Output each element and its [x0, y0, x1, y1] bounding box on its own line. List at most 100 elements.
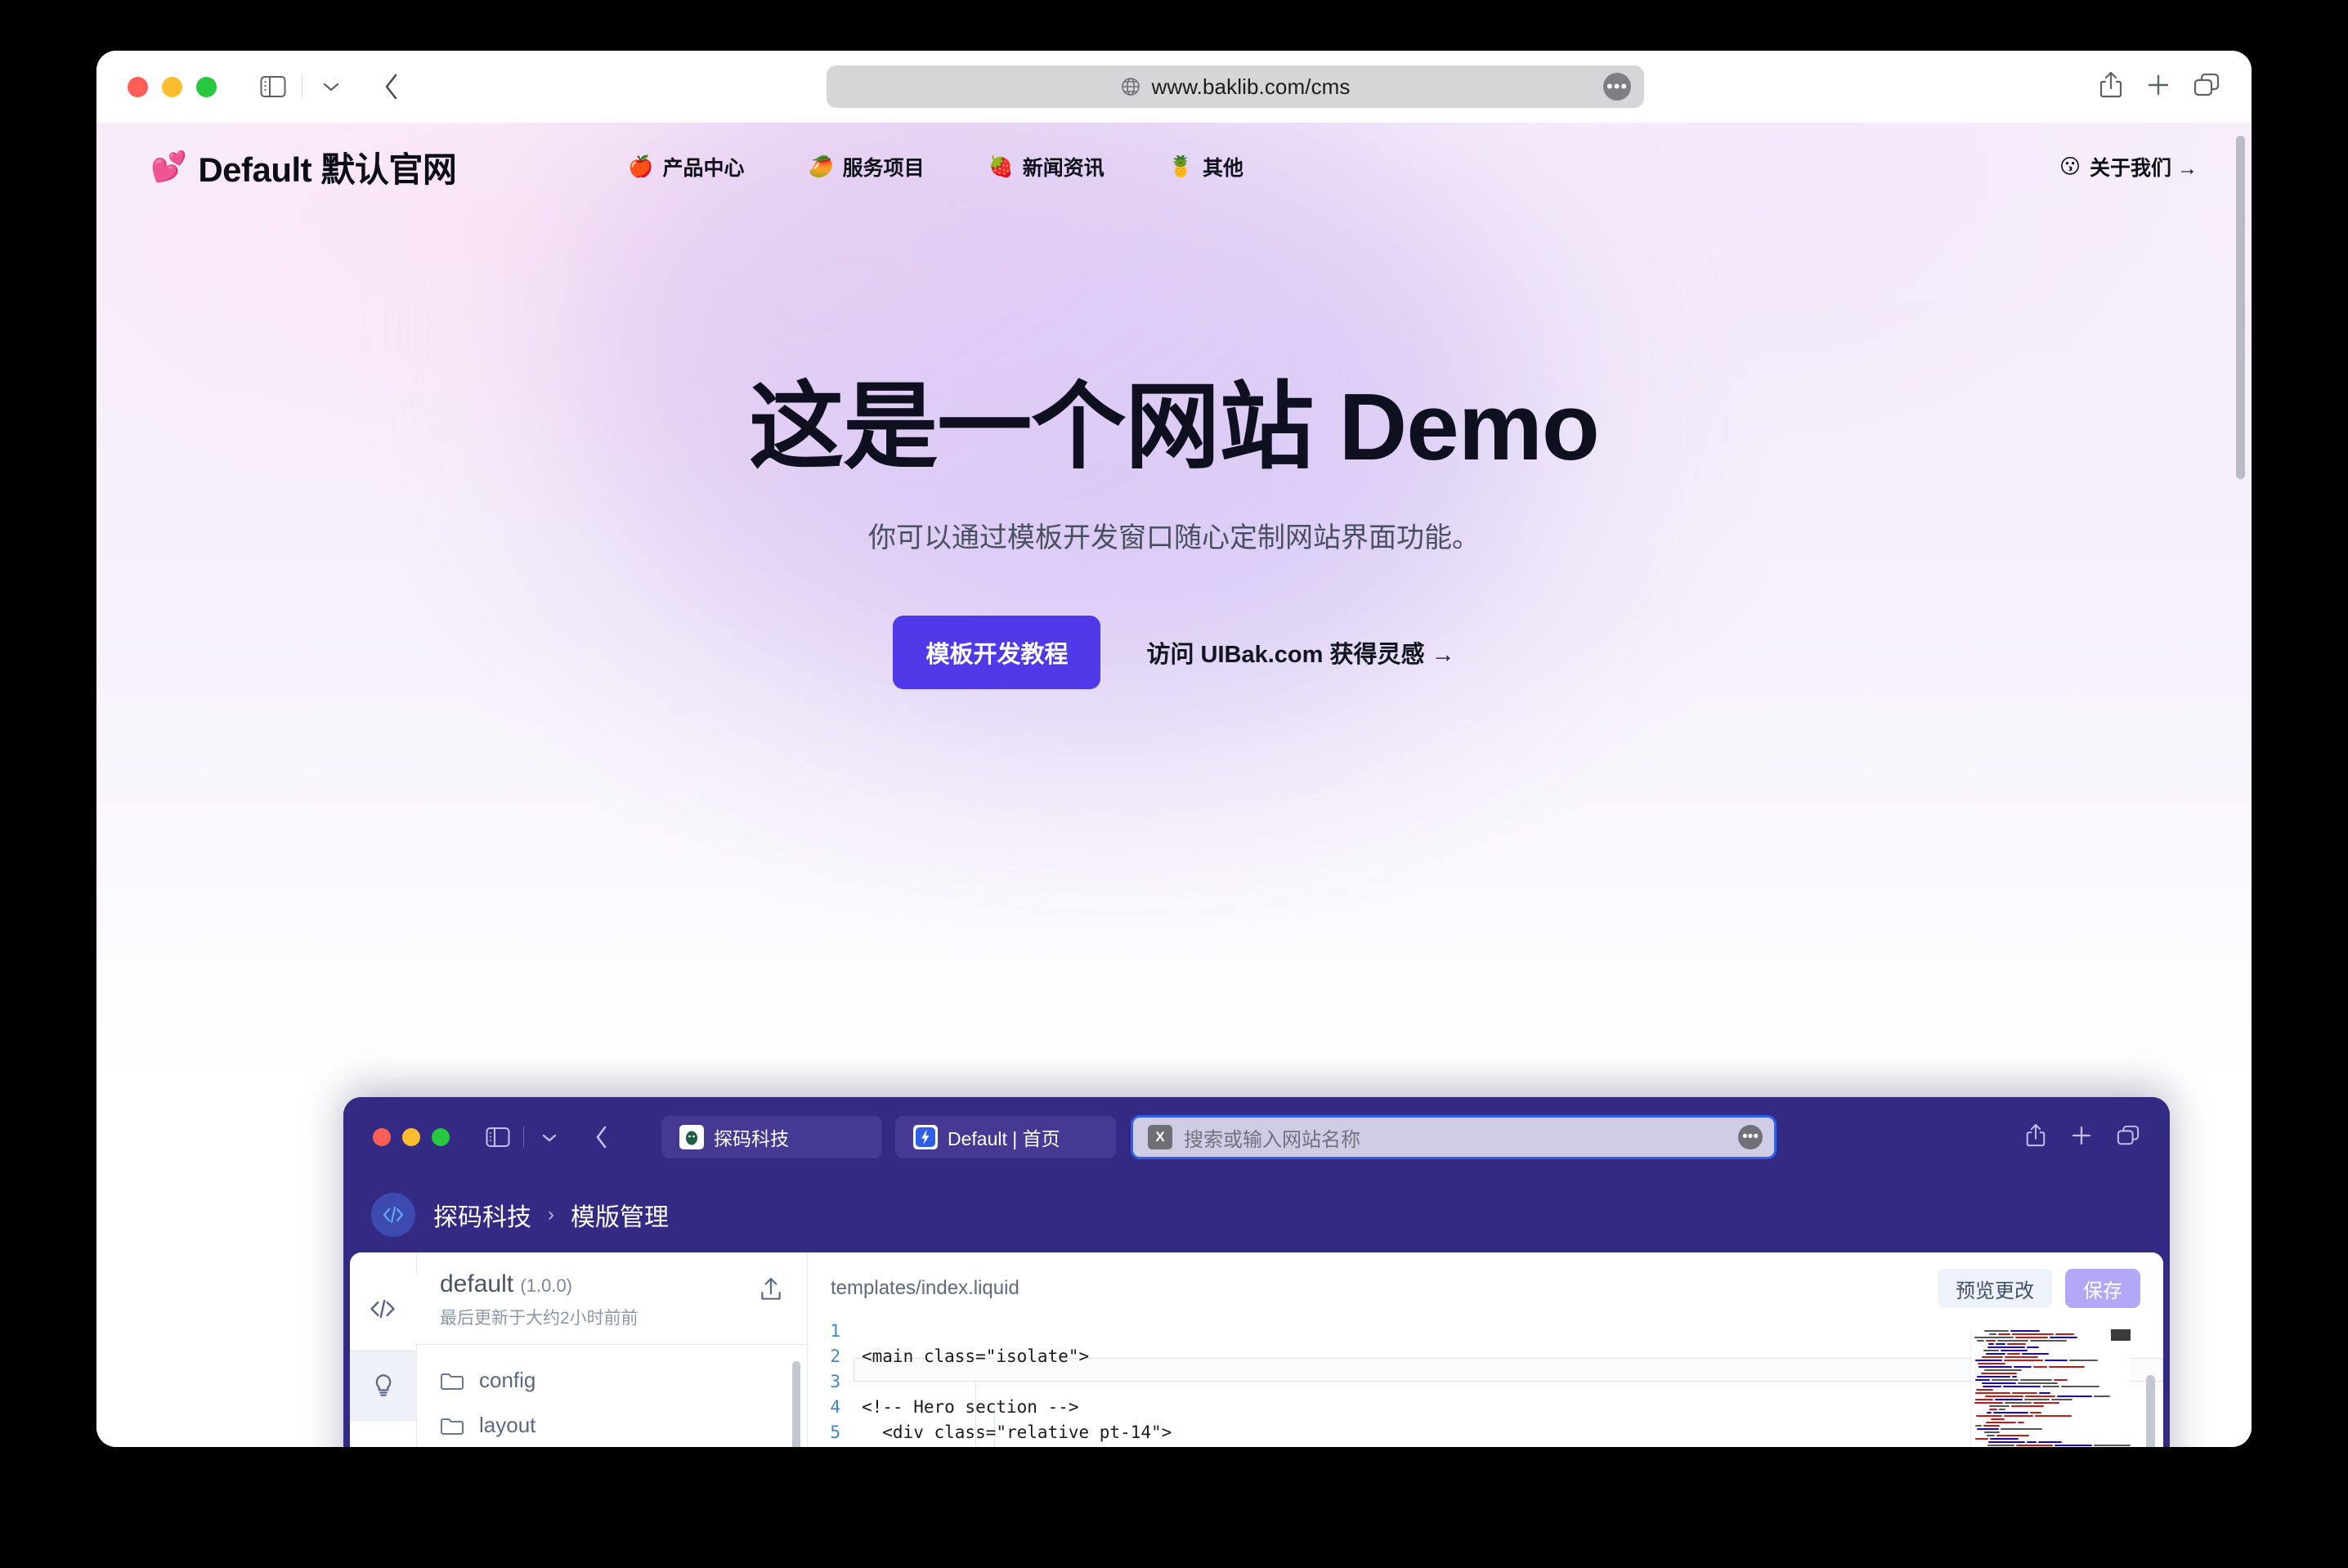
green-avatar-icon	[679, 1125, 704, 1149]
code-line: 5 <div class="relative pt-14">	[816, 1419, 2163, 1445]
nested-browser-toolbar: 探码科技 Default | 首页 X 搜索或输入网站名称 •••	[343, 1097, 2170, 1177]
address-bar[interactable]: www.baklib.com/cms •••	[827, 65, 1644, 108]
folder-icon	[441, 1418, 464, 1435]
site-logo[interactable]: 💕 Default 默认官网	[150, 142, 457, 192]
nav-item-about[interactable]: 😗 关于我们 →	[2059, 152, 2198, 181]
tab-label: 探码科技	[714, 1128, 789, 1149]
zoom-window-button[interactable]	[196, 76, 217, 97]
code-editor: templates/index.liquid 预览更改 保存 1 2 <main …	[808, 1252, 2163, 1447]
mango-emoji-icon: 🥭	[808, 155, 834, 178]
code-line: 6 <div class="absolute inset-x-0 overflo…	[816, 1445, 2163, 1447]
strawberry-emoji-icon: 🍓	[988, 155, 1014, 178]
code-minimap[interactable]	[1970, 1329, 2131, 1447]
nested-zoom-window-button[interactable]	[432, 1128, 450, 1146]
list-item[interactable]: config	[417, 1358, 807, 1403]
browser-window: www.baklib.com/cms ••• 💕 Default 默认官网 🍎 …	[96, 51, 2252, 1447]
nav-label: 其他	[1202, 157, 1243, 180]
breadcrumb-current: 模版管理	[571, 1204, 669, 1231]
line-number: 5	[830, 1422, 840, 1442]
nested-tab-strip: 探码科技 Default | 首页	[661, 1116, 1116, 1158]
breadcrumb-separator: ›	[548, 1203, 554, 1225]
plus-icon[interactable]	[2145, 72, 2171, 102]
window-traffic-lights[interactable]	[128, 76, 217, 97]
code-line: 4 <!-- Hero section -->	[816, 1394, 2163, 1419]
search-placeholder: 搜索或输入网站名称	[1184, 1128, 1360, 1151]
editor-scrollbar[interactable]	[2146, 1375, 2155, 1447]
nested-address-bar[interactable]: X 搜索或输入网站名称 •••	[1131, 1115, 1777, 1159]
hero-cta-row: 模板开发教程 访问 UIBak.com 获得灵感 →	[96, 615, 2252, 689]
file-panel-scrollbar[interactable]	[792, 1361, 800, 1447]
line-text: <main class="isolate">	[862, 1346, 1090, 1366]
nav-item-other[interactable]: 🍍 其他	[1168, 152, 1243, 181]
nested-toolbar-divider	[523, 1127, 524, 1148]
nav-label: 新闻资讯	[1022, 157, 1105, 180]
breadcrumb: 探码科技 › 模版管理	[433, 1197, 669, 1233]
theme-header: default (1.0.0) 最后更新于大约2小时前前	[417, 1252, 807, 1345]
folder-label: layout	[479, 1413, 536, 1437]
hero-subtitle: 你可以通过模板开发窗口随心定制网站界面功能。	[868, 522, 1480, 553]
theme-updated-text: 最后更新于大约2小时前前	[440, 1309, 639, 1328]
folder-list: config layout locales sections	[417, 1345, 807, 1447]
nested-traffic-lights[interactable]	[373, 1128, 450, 1146]
code-line: 1	[816, 1318, 2163, 1343]
preview-changes-button[interactable]: 预览更改	[1938, 1269, 2052, 1308]
whistling-face-emoji-icon: 😗	[2059, 155, 2081, 178]
line-text: <div class="relative pt-14">	[862, 1422, 1172, 1442]
back-icon[interactable]	[373, 69, 410, 105]
upload-icon[interactable]	[758, 1270, 784, 1307]
tab-label: Default | 首页	[948, 1128, 1060, 1149]
site-nav-links: 🍎 产品中心 🥭 服务项目 🍓 新闻资讯 🍍 其他	[628, 152, 1243, 181]
close-window-button[interactable]	[128, 76, 148, 97]
cms-rail	[350, 1252, 417, 1447]
nested-plus-icon[interactable]	[2070, 1124, 2093, 1151]
line-text: <!-- Hero section -->	[862, 1396, 1079, 1417]
editor-file-path: templates/index.liquid	[831, 1277, 1019, 1299]
theme-version: (1.0.0)	[520, 1275, 573, 1296]
nav-label: 关于我们 →	[2090, 157, 2198, 180]
template-tutorial-button[interactable]: 模板开发教程	[893, 615, 1101, 689]
nav-item-products[interactable]: 🍎 产品中心	[628, 152, 744, 181]
site-brand-name: Default 默认官网	[198, 150, 457, 189]
lightning-icon	[913, 1125, 938, 1149]
sidebar-icon[interactable]	[254, 69, 292, 105]
hero-section: 这是一个网站 Demo 你可以通过模板开发窗口随心定制网站界面功能。 模板开发教…	[96, 211, 2252, 689]
nav-item-news[interactable]: 🍓 新闻资讯	[988, 152, 1105, 181]
line-number: 1	[830, 1320, 840, 1341]
rail-item-code[interactable]	[350, 1274, 417, 1344]
cms-app-body: default (1.0.0) 最后更新于大约2小时前前 config layo…	[350, 1252, 2163, 1447]
cms-breadcrumb-bar: 探码科技 › 模版管理	[343, 1177, 2170, 1252]
nested-close-window-button[interactable]	[373, 1128, 391, 1146]
nav-item-services[interactable]: 🥭 服务项目	[809, 152, 925, 181]
more-icon[interactable]: •••	[1603, 73, 1631, 101]
nested-more-icon[interactable]: •••	[1738, 1125, 1763, 1149]
save-button[interactable]: 保存	[2065, 1269, 2140, 1308]
nested-share-icon[interactable]	[2024, 1122, 2047, 1153]
tab-tanma-tech[interactable]: 探码科技	[661, 1116, 882, 1158]
nav-label: 服务项目	[842, 157, 925, 180]
uibak-inspiration-link[interactable]: 访问 UIBak.com 获得灵感 →	[1146, 635, 1454, 670]
nested-sidebar-icon[interactable]	[481, 1121, 515, 1154]
heart-emoji-icon: 💕	[150, 150, 187, 183]
code-area[interactable]: 1 2 <main class="isolate"> 3 4 <!-- Hero s…	[808, 1318, 2163, 1447]
breadcrumb-root[interactable]: 探码科技	[433, 1197, 531, 1233]
tab-default-home[interactable]: Default | 首页	[895, 1116, 1116, 1158]
nested-minimize-window-button[interactable]	[402, 1128, 420, 1146]
line-number: 4	[830, 1396, 840, 1417]
list-item[interactable]: layout	[417, 1403, 807, 1447]
web-page: 💕 Default 默认官网 🍎 产品中心 🥭 服务项目 🍓 新闻资讯 🍍 其他…	[96, 123, 2252, 1447]
nav-label: 产品中心	[662, 157, 745, 180]
nested-chevron-down-icon[interactable]	[532, 1121, 567, 1154]
editor-header: templates/index.liquid 预览更改 保存	[808, 1252, 2163, 1318]
share-icon[interactable]	[2098, 70, 2124, 104]
page-scrollbar[interactable]	[2236, 136, 2245, 479]
tab-overview-icon[interactable]	[2193, 72, 2220, 102]
nested-browser-window: 探码科技 Default | 首页 X 搜索或输入网站名称 ••• 探码科技 ›…	[343, 1097, 2170, 1447]
nested-back-icon[interactable]	[585, 1121, 619, 1154]
nested-tab-overview-icon[interactable]	[2116, 1124, 2140, 1151]
pineapple-emoji-icon: 🍍	[1167, 155, 1194, 178]
close-chip-icon[interactable]: X	[1148, 1125, 1172, 1149]
minimap-slider[interactable]	[2111, 1329, 2131, 1341]
rail-item-tips[interactable]	[350, 1351, 417, 1421]
chevron-down-icon[interactable]	[312, 69, 350, 105]
minimize-window-button[interactable]	[162, 76, 182, 97]
